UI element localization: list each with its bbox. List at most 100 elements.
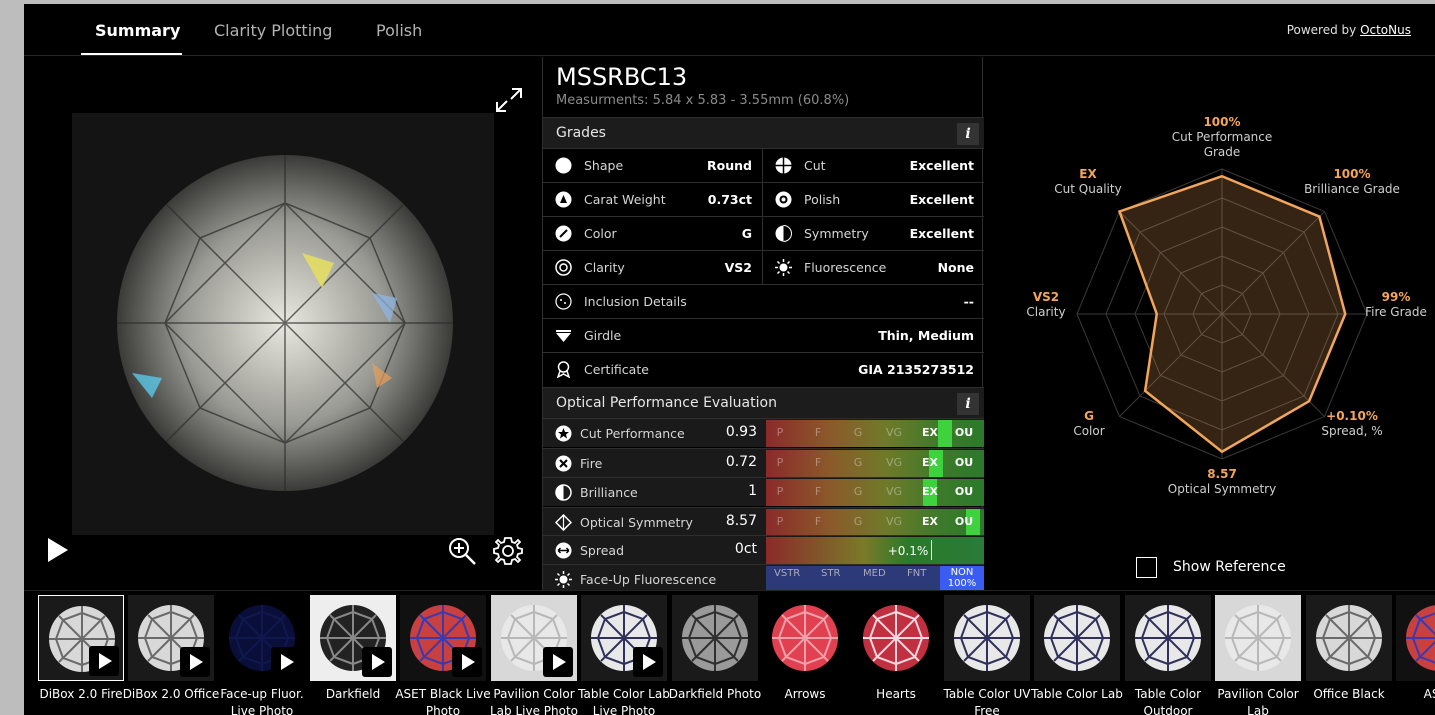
thumbnail-item[interactable]: DiBox 2.0 Office bbox=[123, 595, 219, 715]
radar-axis-name: Cut Quality bbox=[1054, 182, 1122, 196]
thumbnail-item[interactable]: Pavilion Color Lab bbox=[1215, 595, 1301, 715]
grade-row-girdle: Girdle Thin, Medium bbox=[543, 318, 984, 352]
tab-polish[interactable]: Polish bbox=[376, 21, 422, 40]
thumbnail-item[interactable]: Hearts bbox=[853, 595, 939, 715]
thumbnail-item[interactable]: Darkfield bbox=[310, 595, 396, 715]
fluor-selected: NON 100% bbox=[940, 566, 984, 591]
girdle-cell: Girdle Thin, Medium bbox=[543, 319, 984, 352]
thumbnail-item[interactable]: Face-up Fluor. Live Photo bbox=[219, 595, 305, 715]
play-badge-icon[interactable] bbox=[543, 647, 573, 677]
grade-cell-symmetry: Symmetry Excellent bbox=[763, 217, 984, 250]
thumbnail-image[interactable] bbox=[1215, 595, 1301, 681]
scale-label: P bbox=[776, 455, 784, 469]
grade-label: Polish bbox=[804, 192, 841, 207]
grade-label: Shape bbox=[584, 158, 624, 173]
thumbnail-item[interactable]: Darkfield Photo bbox=[669, 595, 761, 715]
thumbnail-image[interactable] bbox=[853, 595, 939, 681]
scale-label: OU bbox=[954, 514, 974, 528]
radar-axis-label: EX Cut Quality bbox=[1038, 167, 1138, 197]
thumbnail-item[interactable]: DiBox 2.0 Fire bbox=[38, 595, 124, 715]
expand-icon[interactable] bbox=[494, 85, 524, 115]
octonus-link[interactable]: OctoNus bbox=[1360, 23, 1411, 37]
scale-label: P bbox=[776, 514, 784, 528]
fluor-selected-label: NON bbox=[950, 567, 974, 578]
optical-header: Optical Performance Evaluation i bbox=[543, 387, 984, 418]
powered-by: Powered by OctoNus bbox=[1287, 23, 1411, 37]
thumbnail-caption: Pavilion Color Lab bbox=[1217, 687, 1299, 715]
thumbnail-image[interactable] bbox=[944, 595, 1030, 681]
grade-label: Inclusion Details bbox=[584, 294, 687, 309]
girdle-icon bbox=[556, 330, 571, 342]
certificate-cell: Certificate GIA 2135273512 bbox=[543, 353, 984, 386]
grade-label: Certificate bbox=[584, 362, 649, 377]
thumbnail-item[interactable]: Office Black bbox=[1306, 595, 1392, 715]
optical-title: Optical Performance Evaluation bbox=[556, 395, 777, 411]
thumbnail-image[interactable] bbox=[1396, 595, 1435, 681]
grade-row: Shape Round Cut Excellent bbox=[543, 148, 984, 182]
thumbnail-image[interactable] bbox=[491, 595, 577, 681]
fluor-selected-sub: 100% bbox=[947, 578, 977, 589]
radar-axis-name: Spread, % bbox=[1321, 424, 1383, 438]
tab-clarity-plotting[interactable]: Clarity Plotting bbox=[214, 21, 332, 40]
grade-value: VS2 bbox=[724, 260, 752, 275]
thumbnail-image[interactable] bbox=[1125, 595, 1211, 681]
radar-axis-value: G bbox=[1084, 409, 1094, 423]
zoom-in-icon[interactable] bbox=[447, 536, 477, 566]
grade-row-inclusions: Inclusion Details -- bbox=[543, 284, 984, 318]
thumbnail-image[interactable] bbox=[128, 595, 214, 681]
radar-axis-name: Clarity bbox=[1026, 305, 1066, 319]
thumbnail-image[interactable] bbox=[38, 595, 124, 681]
thumbnail-image[interactable] bbox=[762, 595, 848, 681]
thumbnail-image[interactable] bbox=[672, 595, 758, 681]
diamond-photo[interactable] bbox=[72, 113, 494, 535]
play-badge-icon[interactable] bbox=[452, 647, 482, 677]
thumbnail-item[interactable]: Table Color UV Free bbox=[944, 595, 1030, 715]
play-icon[interactable] bbox=[46, 536, 70, 564]
thumbnail-caption: Face-up Fluor. Live Photo bbox=[220, 687, 304, 715]
tab-summary[interactable]: Summary bbox=[95, 21, 180, 40]
scale-label: EX bbox=[922, 514, 938, 528]
show-reference-checkbox[interactable] bbox=[1136, 557, 1157, 578]
measurements: Measurments: 5.84 x 5.83 - 3.55mm (60.8%… bbox=[556, 93, 850, 108]
optical-info-icon[interactable]: i bbox=[957, 393, 979, 415]
performance-row: Optical Symmetry 8.57 P F G VG EX OU bbox=[543, 506, 984, 536]
grade-label: Clarity bbox=[584, 260, 625, 275]
play-badge-icon[interactable] bbox=[633, 647, 663, 677]
thumbnail-caption: Pavilion Color Lab Live Photo bbox=[489, 687, 579, 715]
grade-cell-color: Color G bbox=[543, 217, 763, 250]
play-badge-icon[interactable] bbox=[89, 646, 119, 676]
settings-gear-icon[interactable] bbox=[492, 535, 524, 567]
thumbnail-item[interactable]: Table Color Lab bbox=[1031, 595, 1123, 715]
thumbnail-item[interactable]: ASET Black Live Photo bbox=[395, 595, 491, 715]
play-badge-icon[interactable] bbox=[271, 647, 301, 677]
thumbnail-item[interactable]: Arrows bbox=[762, 595, 848, 715]
radar-axis-name: Fire Grade bbox=[1365, 305, 1427, 319]
thumbnail-image[interactable] bbox=[1034, 595, 1120, 681]
thumbnail-item[interactable]: ASET bbox=[1396, 595, 1435, 715]
thumbnail-caption: DiBox 2.0 Fire bbox=[39, 687, 123, 701]
scale-label: F bbox=[814, 455, 822, 469]
radar-axis-value: 100% bbox=[1203, 115, 1241, 129]
thumbnail-caption: Office Black bbox=[1313, 687, 1385, 701]
thumbnail-image[interactable] bbox=[581, 595, 667, 681]
play-badge-icon[interactable] bbox=[180, 647, 210, 677]
scale-label: EX bbox=[922, 455, 938, 469]
thumbnail-item[interactable]: Pavilion Color Lab Live Photo bbox=[490, 595, 578, 715]
thumbnail-image[interactable] bbox=[1306, 595, 1392, 681]
thumbnail-image[interactable] bbox=[310, 595, 396, 681]
play-badge-icon[interactable] bbox=[362, 647, 392, 677]
thumbnail-item[interactable]: Table Color Outdoor bbox=[1125, 595, 1211, 715]
performance-scale: P F G VG EX OU bbox=[766, 449, 984, 477]
spread-row: Spread 0ct +0.1% bbox=[543, 535, 984, 564]
scale-label: F bbox=[814, 514, 822, 528]
thumbnail-image[interactable] bbox=[219, 595, 305, 681]
thumbnail-image[interactable] bbox=[400, 595, 486, 681]
fluor-med: MED bbox=[863, 568, 886, 579]
scale-label: OU bbox=[954, 455, 974, 469]
thumbnail-caption: Darkfield Photo bbox=[668, 687, 762, 701]
radar-axis-value: 99% bbox=[1381, 290, 1411, 304]
grade-label: Cut bbox=[804, 158, 826, 173]
thumbnail-item[interactable]: Table Color Lab Live Photo bbox=[578, 595, 670, 715]
grade-cell-cut: Cut Excellent bbox=[763, 149, 984, 182]
grades-info-icon[interactable]: i bbox=[957, 123, 979, 145]
